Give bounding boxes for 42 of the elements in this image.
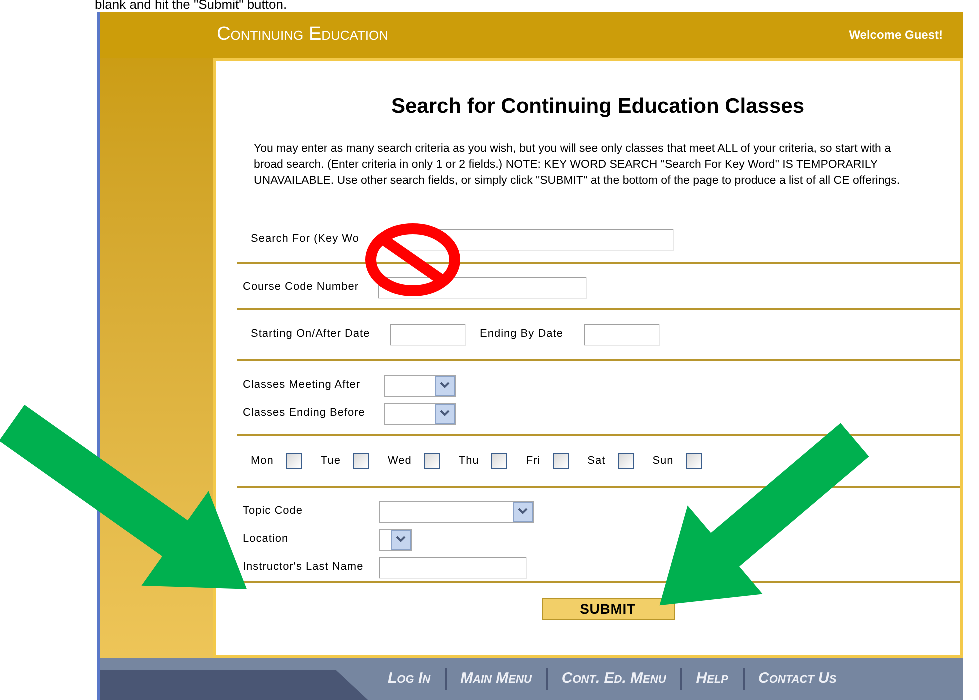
site-title: Continuing Education: [217, 22, 389, 47]
field-label: Classes Ending Before: [243, 406, 366, 422]
chevron-icon: [391, 530, 411, 550]
field-label: Mon: [251, 454, 274, 468]
nav-link[interactable]: Help: [696, 668, 729, 690]
chevron-icon: [513, 502, 533, 522]
checkbox[interactable]: [552, 452, 569, 469]
nav-link[interactable]: Contact Us: [758, 668, 837, 690]
field-label: Search For (Key Wo: [251, 232, 360, 248]
welcome-text: Welcome Guest!: [849, 27, 943, 44]
field-label: Course Code Number: [243, 280, 360, 296]
checkbox[interactable]: [286, 452, 302, 469]
checkbox[interactable]: [686, 452, 702, 469]
field-label: Ending By Date: [480, 327, 564, 342]
input-field[interactable]: [379, 556, 527, 578]
checkbox[interactable]: [491, 452, 508, 469]
field-label: Starting On/After Date: [251, 327, 372, 342]
field-label: Sat: [588, 454, 606, 468]
nav-link[interactable]: Log In: [388, 668, 431, 690]
nav-link[interactable]: Main Menu: [460, 668, 532, 690]
checkbox[interactable]: [352, 452, 369, 469]
field-label: Tue: [320, 454, 341, 468]
chevron-icon: [435, 376, 455, 396]
field-label: Fri: [526, 454, 541, 468]
field-label: Instructor's Last Name: [243, 560, 365, 576]
field-label: Sun: [652, 454, 674, 468]
intro-paragraph: You may enter as many search criteria as you wish, but you will see only classes that meet ALL of your criteria, so start with a broad search. (Enter criteria in only 1 or 2 fields.) NOTE: KEY WORD SEARCH "Search For Key Word" IS TEMPORARILY UNAVAILABLE. Use other search fields, or simply click "SUBMIT" at the bottom of the page to produce a list of all CE offerings.: [254, 142, 902, 188]
nav-link[interactable]: Cont. Ed. Menu: [562, 668, 666, 690]
input-field[interactable]: [584, 324, 660, 346]
field-label: Thu: [458, 454, 480, 468]
submit-button[interactable]: SUBMIT: [542, 598, 674, 620]
chevron-icon: [435, 404, 455, 424]
page-heading: Search for Continuing Education Classes: [390, 94, 806, 120]
field-label: Topic Code: [243, 504, 304, 520]
prohibition-icon: [366, 224, 460, 296]
input-field[interactable]: [390, 324, 466, 346]
checkbox[interactable]: [618, 452, 634, 469]
field-label: Wed: [388, 454, 412, 468]
field-label: Location: [243, 532, 290, 548]
checkbox[interactable]: [424, 452, 440, 469]
dropdown[interactable]: [379, 528, 412, 550]
field-label: Classes Meeting After: [243, 378, 362, 394]
